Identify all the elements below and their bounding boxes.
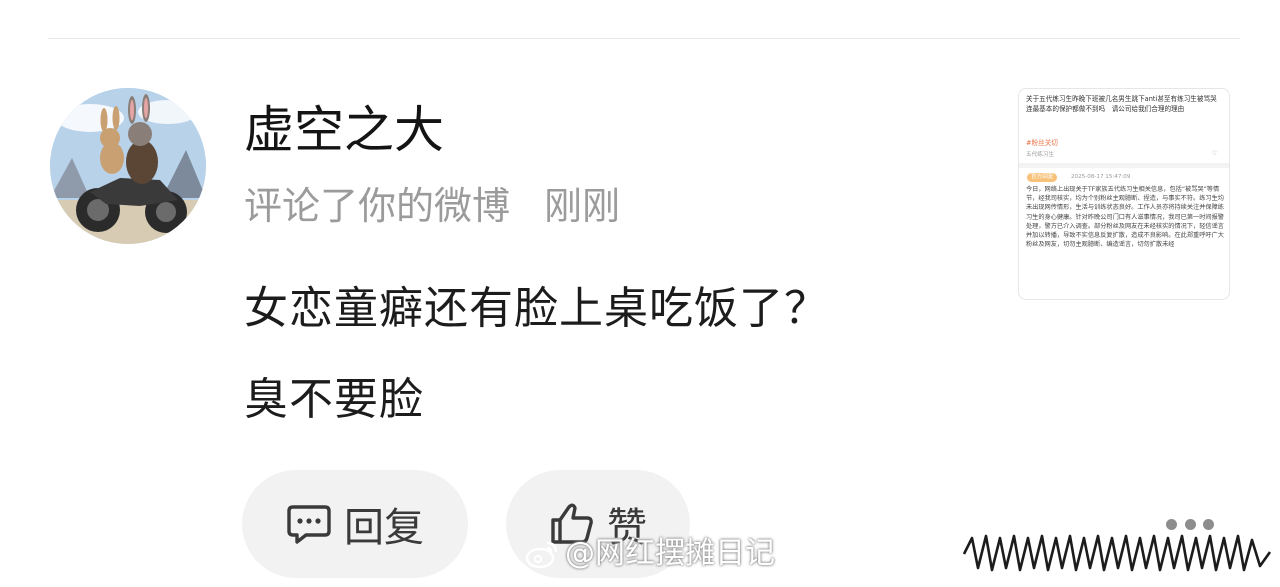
reply-label: 回复 <box>344 505 424 551</box>
timestamp: 刚刚 <box>544 184 621 228</box>
reply-button[interactable]: 回复 <box>242 470 468 578</box>
thumb-separator <box>1019 163 1229 168</box>
watermark: @网红摆摊日记 <box>525 532 775 576</box>
watermark-text: @网红摆摊日记 <box>565 536 775 571</box>
comment-text-line-1: 女恋童癖还有脸上桌吃饭了？ <box>244 283 829 334</box>
thumb-like-icon: ♡ <box>1211 150 1217 157</box>
action-text: 评论了你的微博 <box>244 184 511 228</box>
comment-text-line-2: 臭不要脸 <box>244 374 424 425</box>
referenced-post-thumbnail[interactable]: 关于五代练习生昨晚下班被几名男生跳下anti甚至有练习生被骂哭 连最基本的保护都… <box>1018 88 1230 300</box>
thumb-badge: 官方回复 <box>1027 173 1058 182</box>
rabbit-motorcycle-avatar <box>50 88 206 244</box>
thumb-title: 关于五代练习生昨晚下班被几名男生跳下anti甚至有练习生被骂哭 连最基本的保护都… <box>1026 95 1224 113</box>
thumb-date: 2025-08-17 15:47:09 <box>1071 174 1131 180</box>
redaction-scribble <box>962 534 1272 572</box>
thumb-source: 五代练习生 <box>1026 152 1054 158</box>
thumb-body: 今日，网络上出现关于TF家族五代练习生相关信息，包括“被骂哭”等情节，经我司核实… <box>1026 186 1224 249</box>
avatar[interactable] <box>50 88 206 244</box>
top-divider <box>48 38 1240 39</box>
username[interactable]: 虚空之大 <box>244 100 444 160</box>
weibo-logo-icon <box>525 541 558 569</box>
thumb-tag: #粉丝关切 <box>1026 139 1058 147</box>
comment-bubble-icon <box>287 505 331 544</box>
comment-meta: 评论了你的微博 刚刚 <box>244 178 620 234</box>
